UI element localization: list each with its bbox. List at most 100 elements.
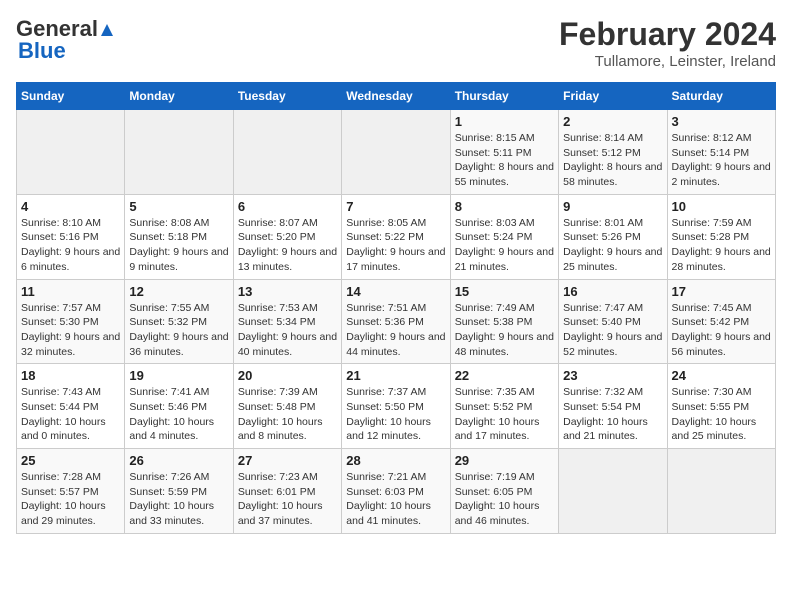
day-info: Sunrise: 7:47 AM Sunset: 5:40 PM Dayligh… (563, 301, 662, 360)
day-info: Sunrise: 8:08 AM Sunset: 5:18 PM Dayligh… (129, 216, 228, 275)
day-info: Sunrise: 8:15 AM Sunset: 5:11 PM Dayligh… (455, 131, 554, 190)
day-number: 7 (346, 199, 445, 214)
day-info: Sunrise: 7:49 AM Sunset: 5:38 PM Dayligh… (455, 301, 554, 360)
day-info: Sunrise: 7:39 AM Sunset: 5:48 PM Dayligh… (238, 385, 337, 444)
day-number: 12 (129, 284, 228, 299)
calendar-cell: 4 Sunrise: 8:10 AM Sunset: 5:16 PM Daylig… (17, 194, 125, 279)
day-number: 1 (455, 114, 554, 129)
calendar-table: SundayMondayTuesdayWednesdayThursdayFrid… (16, 82, 776, 534)
day-info: Sunrise: 7:43 AM Sunset: 5:44 PM Dayligh… (21, 385, 120, 444)
week-row-4: 18 Sunrise: 7:43 AM Sunset: 5:44 PM Dayli… (17, 364, 776, 449)
days-header-row: SundayMondayTuesdayWednesdayThursdayFrid… (17, 83, 776, 110)
day-info: Sunrise: 8:10 AM Sunset: 5:16 PM Dayligh… (21, 216, 120, 275)
calendar-cell: 8 Sunrise: 8:03 AM Sunset: 5:24 PM Daylig… (450, 194, 558, 279)
day-number: 4 (21, 199, 120, 214)
day-number: 9 (563, 199, 662, 214)
day-number: 29 (455, 453, 554, 468)
day-info: Sunrise: 8:03 AM Sunset: 5:24 PM Dayligh… (455, 216, 554, 275)
calendar-cell: 1 Sunrise: 8:15 AM Sunset: 5:11 PM Daylig… (450, 110, 558, 195)
calendar-cell: 27 Sunrise: 7:23 AM Sunset: 6:01 PM Dayli… (233, 449, 341, 534)
day-info: Sunrise: 8:01 AM Sunset: 5:26 PM Dayligh… (563, 216, 662, 275)
day-number: 23 (563, 368, 662, 383)
day-number: 15 (455, 284, 554, 299)
week-row-2: 4 Sunrise: 8:10 AM Sunset: 5:16 PM Daylig… (17, 194, 776, 279)
day-info: Sunrise: 7:53 AM Sunset: 5:34 PM Dayligh… (238, 301, 337, 360)
day-number: 13 (238, 284, 337, 299)
day-header-sunday: Sunday (17, 83, 125, 110)
calendar-cell: 13 Sunrise: 7:53 AM Sunset: 5:34 PM Dayli… (233, 279, 341, 364)
day-number: 28 (346, 453, 445, 468)
calendar-cell: 24 Sunrise: 7:30 AM Sunset: 5:55 PM Dayli… (667, 364, 775, 449)
day-info: Sunrise: 7:45 AM Sunset: 5:42 PM Dayligh… (672, 301, 771, 360)
day-info: Sunrise: 7:23 AM Sunset: 6:01 PM Dayligh… (238, 470, 337, 529)
calendar-cell: 10 Sunrise: 7:59 AM Sunset: 5:28 PM Dayli… (667, 194, 775, 279)
day-number: 24 (672, 368, 771, 383)
day-info: Sunrise: 7:28 AM Sunset: 5:57 PM Dayligh… (21, 470, 120, 529)
calendar-cell: 5 Sunrise: 8:08 AM Sunset: 5:18 PM Daylig… (125, 194, 233, 279)
calendar-cell: 11Sunrise: 7:57 AM Sunset: 5:30 PM Dayli… (17, 279, 125, 364)
day-number: 25 (21, 453, 120, 468)
day-info: Sunrise: 8:12 AM Sunset: 5:14 PM Dayligh… (672, 131, 771, 190)
calendar-cell: 2Sunrise: 8:14 AM Sunset: 5:12 PM Daylig… (559, 110, 667, 195)
calendar-cell: 21 Sunrise: 7:37 AM Sunset: 5:50 PM Dayli… (342, 364, 450, 449)
day-header-wednesday: Wednesday (342, 83, 450, 110)
day-header-tuesday: Tuesday (233, 83, 341, 110)
week-row-3: 11Sunrise: 7:57 AM Sunset: 5:30 PM Dayli… (17, 279, 776, 364)
calendar-cell: 19 Sunrise: 7:41 AM Sunset: 5:46 PM Dayli… (125, 364, 233, 449)
day-number: 20 (238, 368, 337, 383)
day-number: 8 (455, 199, 554, 214)
day-number: 14 (346, 284, 445, 299)
day-info: Sunrise: 8:07 AM Sunset: 5:20 PM Dayligh… (238, 216, 337, 275)
calendar-cell: 12 Sunrise: 7:55 AM Sunset: 5:32 PM Dayli… (125, 279, 233, 364)
day-info: Sunrise: 8:14 AM Sunset: 5:12 PM Dayligh… (563, 131, 662, 190)
day-number: 18 (21, 368, 120, 383)
calendar-cell: 25 Sunrise: 7:28 AM Sunset: 5:57 PM Dayli… (17, 449, 125, 534)
day-number: 22 (455, 368, 554, 383)
day-number: 27 (238, 453, 337, 468)
day-info: Sunrise: 7:51 AM Sunset: 5:36 PM Dayligh… (346, 301, 445, 360)
calendar-cell (125, 110, 233, 195)
calendar-subtitle: Tullamore, Leinster, Ireland (559, 53, 776, 70)
calendar-cell: 22 Sunrise: 7:35 AM Sunset: 5:52 PM Dayli… (450, 364, 558, 449)
day-header-monday: Monday (125, 83, 233, 110)
calendar-cell: 16 Sunrise: 7:47 AM Sunset: 5:40 PM Dayli… (559, 279, 667, 364)
day-number: 11 (21, 284, 120, 299)
calendar-cell (17, 110, 125, 195)
calendar-cell: 9 Sunrise: 8:01 AM Sunset: 5:26 PM Daylig… (559, 194, 667, 279)
day-number: 21 (346, 368, 445, 383)
calendar-cell (559, 449, 667, 534)
calendar-cell: 26 Sunrise: 7:26 AM Sunset: 5:59 PM Dayli… (125, 449, 233, 534)
day-number: 10 (672, 199, 771, 214)
week-row-5: 25 Sunrise: 7:28 AM Sunset: 5:57 PM Dayli… (17, 449, 776, 534)
day-info: Sunrise: 7:30 AM Sunset: 5:55 PM Dayligh… (672, 385, 771, 444)
day-number: 5 (129, 199, 228, 214)
day-info: Sunrise: 8:05 AM Sunset: 5:22 PM Dayligh… (346, 216, 445, 275)
calendar-cell: 20 Sunrise: 7:39 AM Sunset: 5:48 PM Dayli… (233, 364, 341, 449)
calendar-cell: 3Sunrise: 8:12 AM Sunset: 5:14 PM Daylig… (667, 110, 775, 195)
day-number: 16 (563, 284, 662, 299)
calendar-cell: 6 Sunrise: 8:07 AM Sunset: 5:20 PM Daylig… (233, 194, 341, 279)
calendar-cell: 7 Sunrise: 8:05 AM Sunset: 5:22 PM Daylig… (342, 194, 450, 279)
day-number: 6 (238, 199, 337, 214)
calendar-cell (233, 110, 341, 195)
calendar-cell: 29Sunrise: 7:19 AM Sunset: 6:05 PM Dayli… (450, 449, 558, 534)
calendar-cell: 14 Sunrise: 7:51 AM Sunset: 5:36 PM Dayli… (342, 279, 450, 364)
calendar-cell (667, 449, 775, 534)
day-info: Sunrise: 7:32 AM Sunset: 5:54 PM Dayligh… (563, 385, 662, 444)
calendar-cell: 15 Sunrise: 7:49 AM Sunset: 5:38 PM Dayli… (450, 279, 558, 364)
header: General Blue February 2024 Tullamore, Le… (16, 16, 776, 70)
day-header-thursday: Thursday (450, 83, 558, 110)
day-number: 19 (129, 368, 228, 383)
day-number: 26 (129, 453, 228, 468)
calendar-cell: 23 Sunrise: 7:32 AM Sunset: 5:54 PM Dayli… (559, 364, 667, 449)
day-info: Sunrise: 7:41 AM Sunset: 5:46 PM Dayligh… (129, 385, 228, 444)
day-info: Sunrise: 7:37 AM Sunset: 5:50 PM Dayligh… (346, 385, 445, 444)
title-area: February 2024 Tullamore, Leinster, Irela… (559, 16, 776, 70)
day-info: Sunrise: 7:59 AM Sunset: 5:28 PM Dayligh… (672, 216, 771, 275)
logo-blue-text: Blue (16, 38, 66, 64)
day-info: Sunrise: 7:26 AM Sunset: 5:59 PM Dayligh… (129, 470, 228, 529)
logo: General Blue (16, 16, 115, 64)
day-info: Sunrise: 7:35 AM Sunset: 5:52 PM Dayligh… (455, 385, 554, 444)
day-info: Sunrise: 7:55 AM Sunset: 5:32 PM Dayligh… (129, 301, 228, 360)
calendar-cell: 28Sunrise: 7:21 AM Sunset: 6:03 PM Dayli… (342, 449, 450, 534)
